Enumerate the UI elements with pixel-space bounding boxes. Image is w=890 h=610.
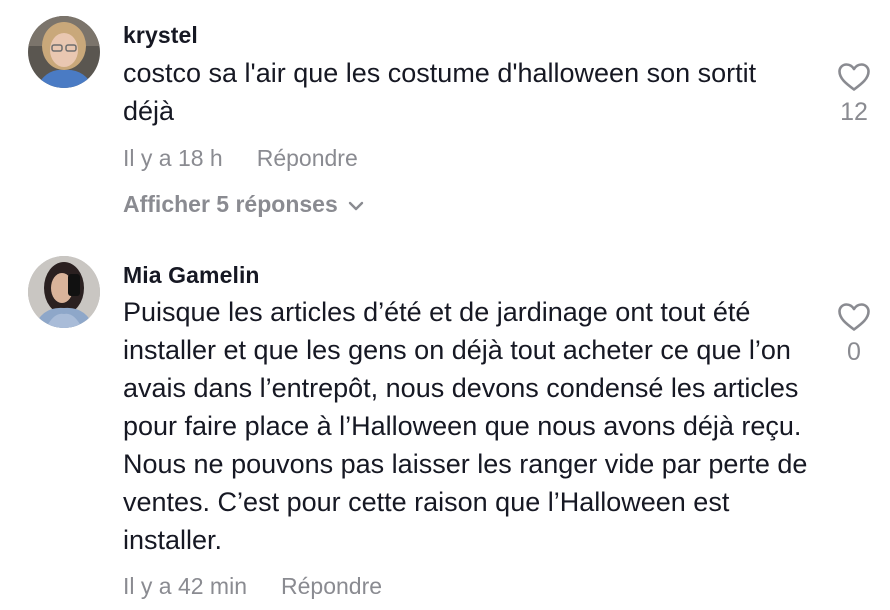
reply-button[interactable]: Répondre <box>281 573 382 599</box>
comment-meta: Il y a 42 min Répondre <box>123 573 382 600</box>
view-replies-button[interactable]: Afficher 5 réponses <box>123 191 364 219</box>
chevron-down-icon <box>348 190 364 217</box>
comment-item: Mia Gamelin Puisque les articles d’été e… <box>0 240 890 610</box>
like-control: 12 <box>830 62 878 127</box>
like-count: 0 <box>847 338 861 366</box>
username[interactable]: krystel <box>123 22 198 49</box>
heart-outline-icon[interactable] <box>837 302 871 332</box>
like-count: 12 <box>840 98 868 126</box>
avatar[interactable] <box>28 256 100 328</box>
comment-item: krystel costco sa l'air que les costume … <box>0 0 890 240</box>
comment-meta: Il y a 18 h Répondre <box>123 145 358 172</box>
comment-timestamp: Il y a 42 min <box>123 573 247 599</box>
avatar-photo <box>28 16 100 88</box>
view-replies-label: Afficher 5 réponses <box>123 191 338 217</box>
avatar[interactable] <box>28 16 100 88</box>
comment-text: Puisque les articles d’été et de jardina… <box>123 297 808 555</box>
avatar-photo <box>28 256 100 328</box>
username[interactable]: Mia Gamelin <box>123 262 260 289</box>
reply-button[interactable]: Répondre <box>257 145 358 171</box>
comment-timestamp: Il y a 18 h <box>123 145 223 171</box>
heart-outline-icon[interactable] <box>837 62 871 92</box>
like-control: 0 <box>830 302 878 367</box>
comment-text: costco sa l'air que les costume d'hallow… <box>123 58 757 126</box>
